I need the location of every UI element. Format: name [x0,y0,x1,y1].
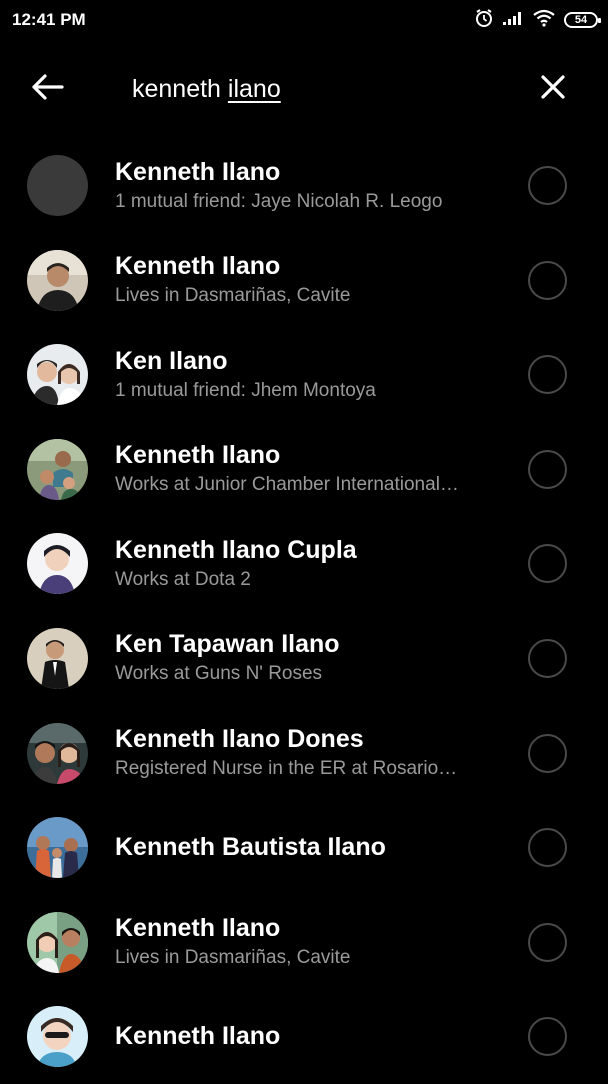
select-radio[interactable] [528,828,567,868]
result-row[interactable]: Kenneth Ilano Works at Junior Chamber In… [0,422,608,517]
select-radio[interactable] [528,449,567,489]
close-icon [540,74,566,105]
wifi-icon [532,9,556,32]
result-text: Kenneth Ilano Lives in Dasmariñas, Cavit… [115,895,495,989]
person-detail: 1 mutual friend: Jaye Nicolah R. Leogo [115,190,443,212]
person-detail: Lives in Dasmariñas, Cavite [115,947,351,969]
result-row[interactable]: Kenneth Ilano Lives in Dasmariñas, Cavit… [0,895,608,990]
select-radio[interactable] [528,733,567,773]
person-name: Ken Tapawan Ilano [115,630,340,659]
status-time: 12:41 PM [12,10,86,29]
battery-icon: 54 [564,12,601,28]
result-row[interactable]: Kenneth Ilano [0,989,608,1084]
person-detail: Works at Junior Chamber International… [115,474,459,496]
avatar [27,155,88,216]
avatar [27,344,88,406]
result-row[interactable]: Kenneth Ilano Lives in Dasmariñas, Cavit… [0,233,608,328]
result-text: Kenneth Ilano [115,989,495,1083]
back-button[interactable] [26,72,68,106]
person-name: Kenneth Bautista Ilano [115,833,386,862]
result-text: Kenneth Ilano Lives in Dasmariñas, Cavit… [115,233,495,327]
result-text: Kenneth Ilano Cupla Works at Dota 2 [115,516,495,610]
result-text: Ken Ilano 1 mutual friend: Jhem Montoya [115,327,495,421]
select-radio[interactable] [528,544,567,584]
avatar [27,817,88,879]
avatar [27,438,88,500]
person-name: Kenneth Ilano [115,157,281,186]
result-row[interactable]: Kenneth Ilano Cupla Works at Dota 2 [0,516,608,611]
select-radio[interactable] [528,638,567,678]
avatar [27,533,88,595]
person-detail: Works at Guns N' Roses [115,663,323,685]
result-text: Kenneth Ilano Works at Junior Chamber In… [115,422,495,516]
alarm-icon [474,8,494,33]
select-radio[interactable] [528,166,567,205]
select-radio[interactable] [528,922,567,962]
search-bar: kenneth ilano [0,58,608,120]
arrow-left-icon [30,73,64,106]
avatar [27,249,88,311]
result-row[interactable]: Kenneth Ilano Dones Registered Nurse in … [0,706,608,801]
person-name: Kenneth Ilano [115,441,281,470]
person-detail: Works at Dota 2 [115,568,251,590]
signal-icon [502,10,524,31]
result-row[interactable]: Ken Tapawan Ilano Works at Guns N' Roses [0,611,608,706]
select-radio[interactable] [528,1017,567,1057]
person-detail: Lives in Dasmariñas, Cavite [115,285,351,307]
person-name: Kenneth Ilano [115,1022,281,1051]
person-name: Kenneth Ilano [115,914,281,943]
search-results-list: Kenneth Ilano 1 mutual friend: Jaye Nico… [0,138,608,1084]
select-radio[interactable] [528,260,567,300]
avatar [27,722,88,784]
person-name: Kenneth Ilano Dones [115,725,364,754]
person-name: Ken Ilano [115,346,228,375]
result-row[interactable]: Kenneth Bautista Ilano [0,800,608,895]
clear-search-button[interactable] [536,72,570,106]
person-name: Kenneth Ilano Cupla [115,535,357,564]
search-input[interactable] [132,72,492,106]
person-detail: Registered Nurse in the ER at Rosario… [115,758,458,780]
avatar [27,1006,88,1068]
result-text: Kenneth Ilano 1 mutual friend: Jaye Nico… [115,138,495,232]
person-detail: 1 mutual friend: Jhem Montoya [115,379,376,401]
avatar [27,911,88,973]
result-row[interactable]: Kenneth Ilano 1 mutual friend: Jaye Nico… [0,138,608,233]
select-radio[interactable] [528,355,567,395]
avatar [27,627,88,689]
result-row[interactable]: Ken Ilano 1 mutual friend: Jhem Montoya [0,327,608,422]
status-icons: 54 [474,8,601,33]
result-text: Ken Tapawan Ilano Works at Guns N' Roses [115,611,495,705]
result-text: Kenneth Ilano Dones Registered Nurse in … [115,706,495,800]
person-name: Kenneth Ilano [115,252,281,281]
result-text: Kenneth Bautista Ilano [115,800,495,894]
status-bar: 12:41 PM 54 [0,0,608,40]
